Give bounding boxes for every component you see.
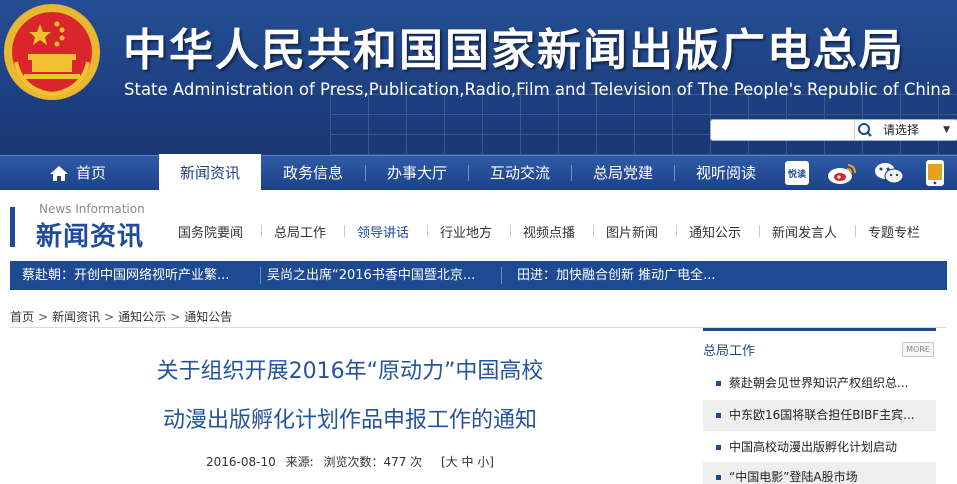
ticker-headline[interactable]: 蔡赴朝：开创中国网络视听产业繁...	[22, 261, 229, 290]
article-title-line-2: 动漫出版孵化计划作品申报工作的通知	[162, 408, 537, 433]
sidebar-list-item-label: “中国电影”登陆A股市场	[729, 470, 858, 484]
sidebar-list-item-label: 中国高校动漫出版孵化计划启动	[729, 440, 898, 454]
nav-item-news[interactable]: 新闻资讯	[159, 154, 261, 190]
breadcrumb-separator: >	[38, 310, 49, 324]
nav-item-label: 新闻资讯	[179, 164, 240, 182]
sidebar-list-item[interactable]: 中国高校动漫出版孵化计划启动	[703, 432, 936, 463]
nav-item-label: 视听阅读	[695, 164, 756, 182]
sidebar-accent-bar	[703, 328, 936, 331]
read-app-label: 悦读	[788, 168, 806, 180]
sidebar-list-item[interactable]: 中东欧16国将联合担任BIBF主宾...	[703, 400, 936, 431]
nav-item-label: 办事大厅	[386, 164, 447, 182]
subnav-divider	[261, 225, 262, 237]
bullet-icon	[716, 413, 721, 418]
article-views: 浏览次数：477 次	[323, 455, 423, 469]
bullet-icon	[716, 381, 721, 386]
nav-item-home[interactable]: 首页	[18, 156, 138, 190]
sidebar-heading: 总局工作	[703, 344, 756, 359]
search-scope-select[interactable]: 请选择 ▼	[879, 120, 957, 140]
subnav-divider	[510, 225, 511, 237]
nav-item-label: 互动交流	[489, 164, 550, 182]
nav-item-label: 首页	[75, 164, 106, 182]
sidebar-list-item[interactable]: “中国电影”登陆A股市场	[703, 462, 936, 484]
subnav-divider	[593, 225, 594, 237]
section-accent-bar	[10, 207, 15, 247]
subnav-divider	[676, 225, 677, 237]
search-input[interactable]	[713, 121, 855, 137]
headline-ticker: 蔡赴朝：开创中国网络视听产业繁... 吴尚之出席“2016书香中国暨北京... …	[10, 261, 947, 290]
breadcrumb-news[interactable]: 新闻资讯	[52, 310, 100, 324]
nav-item-party[interactable]: 总局党建	[572, 156, 674, 190]
ticker-divider	[260, 267, 261, 284]
chevron-down-icon: ▼	[943, 125, 950, 135]
site-banner: 中华人民共和国国家新闻出版广电总局 State Administration o…	[0, 0, 957, 155]
search-scope-label: 请选择	[883, 123, 920, 137]
subnav-item-notices[interactable]: 通知公示	[689, 222, 741, 241]
subnav-item-spokesperson[interactable]: 新闻发言人	[772, 222, 837, 241]
more-button[interactable]: MORE	[902, 342, 934, 357]
site-title-en: State Administration of Press,Publicatio…	[124, 80, 951, 99]
breadcrumb-announcements[interactable]: 通知公告	[184, 310, 232, 324]
read-app-icon[interactable]: 悦读	[784, 160, 810, 186]
font-size-switcher[interactable]: [大 中 小]	[441, 455, 494, 469]
breadcrumb-home[interactable]: 首页	[10, 310, 34, 324]
article-meta: 2016-08-10 来源: 浏览次数：477 次 [大 中 小]	[0, 453, 700, 470]
subnav-divider	[759, 225, 760, 237]
nav-item-services[interactable]: 办事大厅	[366, 156, 468, 190]
nav-item-label: 政务信息	[282, 164, 343, 182]
subnav-item-video[interactable]: 视频点播	[523, 222, 575, 241]
breadcrumb-separator: >	[170, 310, 181, 324]
weibo-icon[interactable]	[826, 160, 858, 186]
subnav-divider	[344, 225, 345, 237]
ticker-headline[interactable]: 吴尚之出席“2016书香中国暨北京...	[267, 261, 475, 290]
section-logo: News Information 新闻资讯	[10, 202, 160, 252]
sidebar-list-item[interactable]: 蔡赴朝会见世界知识产权组织总...	[703, 368, 936, 399]
home-icon	[49, 166, 68, 181]
subnav-item-photos[interactable]: 图片新闻	[606, 222, 658, 241]
wechat-icon[interactable]	[873, 160, 905, 186]
subnav-item-state-council[interactable]: 国务院要闻	[178, 222, 243, 241]
article-title-line-1: 关于组织开展2016年“原动力”中国高校	[156, 359, 544, 384]
sidebar-list-item-label: 中东欧16国将联合担任BIBF主宾...	[729, 408, 915, 422]
breadcrumb: 首页 > 新闻资讯 > 通知公示 > 通知公告	[10, 308, 232, 325]
mobile-icon[interactable]	[924, 160, 946, 186]
nav-item-interaction[interactable]: 互动交流	[469, 156, 571, 190]
bullet-icon	[716, 445, 721, 450]
article-source: 来源:	[285, 455, 314, 469]
nav-item-label: 总局党建	[592, 164, 653, 182]
main-nav: 首页 新闻资讯 政务信息 办事大厅 互动交流 总局党建 视听阅读 悦读	[0, 154, 957, 190]
breadcrumb-notices[interactable]: 通知公示	[118, 310, 166, 324]
subnav-item-industry[interactable]: 行业地方	[440, 222, 492, 241]
search-icon[interactable]	[854, 121, 875, 139]
nav-item-government[interactable]: 政务信息	[262, 156, 364, 190]
sidebar-list-item-label: 蔡赴朝会见世界知识产权组织总...	[729, 376, 909, 390]
subnav-item-leader-speeches[interactable]: 领导讲话	[357, 222, 409, 241]
national-emblem-icon	[4, 4, 100, 100]
section-title-cn: 新闻资讯	[36, 222, 145, 252]
site-title-cn: 中华人民共和国国家新闻出版广电总局	[123, 25, 905, 76]
section-title-en: News Information	[39, 202, 145, 216]
subnav-divider	[427, 225, 428, 237]
ticker-divider	[501, 267, 502, 284]
site-search: 请选择 ▼	[710, 119, 957, 141]
subnav-item-topics[interactable]: 专题专栏	[868, 222, 920, 241]
article-date: 2016-08-10	[205, 455, 276, 469]
breadcrumb-separator: >	[104, 310, 115, 324]
nav-item-media[interactable]: 视听阅读	[675, 156, 777, 190]
subnav-item-bureau-work[interactable]: 总局工作	[274, 222, 326, 241]
ticker-headline[interactable]: 田进：加快融合创新 推动广电全...	[517, 261, 716, 290]
subnav-divider	[855, 225, 856, 237]
bullet-icon	[716, 475, 721, 480]
